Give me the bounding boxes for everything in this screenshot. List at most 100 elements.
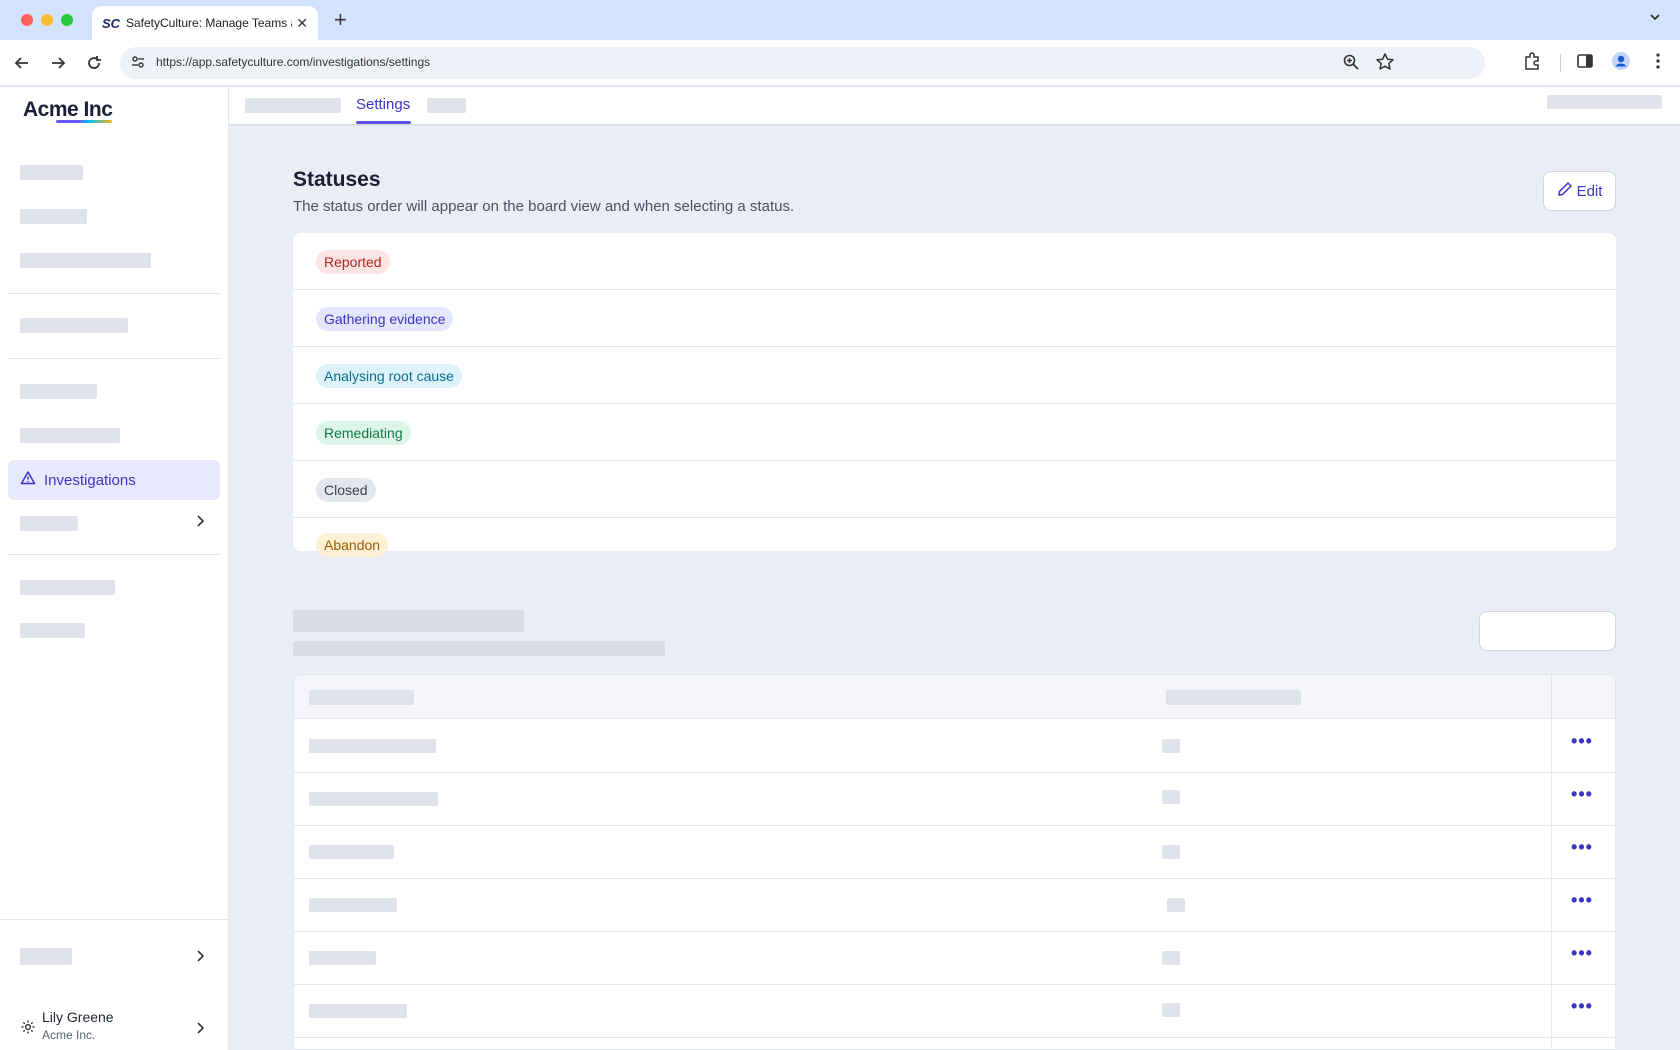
section-action-button[interactable] <box>1479 611 1616 651</box>
cell-placeholder <box>309 845 394 859</box>
sidebar-item-placeholder[interactable] <box>20 623 85 638</box>
sidebar-divider <box>8 293 220 294</box>
main-content: Statuses The status order will appear on… <box>229 126 1680 1050</box>
edit-button-label: Edit <box>1576 182 1603 200</box>
more-horizontal-icon[interactable]: ••• <box>1566 732 1598 756</box>
status-row: Reported <box>293 233 1616 290</box>
cell-placeholder <box>309 792 438 806</box>
browser-menu-icon[interactable] <box>1648 51 1668 76</box>
section-title: Statuses <box>293 168 381 191</box>
sidebar-item-investigations[interactable]: Investigations <box>8 460 220 500</box>
cell-placeholder <box>309 739 436 753</box>
table-row[interactable]: ••• <box>294 773 1615 826</box>
more-horizontal-icon[interactable]: ••• <box>1566 997 1598 1021</box>
acme-inc-logo[interactable]: Acme Inc <box>23 98 113 122</box>
bookmark-star-icon[interactable] <box>1375 52 1395 77</box>
cell-placeholder <box>1162 790 1180 804</box>
sidebar-item-label: Investigations <box>44 471 136 489</box>
sidebar-item-placeholder[interactable] <box>20 428 120 443</box>
chevron-right-icon <box>194 1021 206 1040</box>
more-horizontal-icon[interactable]: ••• <box>1566 944 1598 968</box>
sidebar-item-placeholder[interactable] <box>20 253 151 268</box>
status-row: Closed <box>293 461 1616 518</box>
close-icon[interactable]: ✕ <box>296 15 308 32</box>
tab-settings[interactable]: Settings <box>356 96 410 113</box>
window-maximize-button[interactable] <box>61 14 73 26</box>
cell-placeholder <box>1162 1003 1180 1017</box>
status-badge: Abandon <box>316 533 389 557</box>
site-settings-icon[interactable] <box>130 54 146 75</box>
user-name: Lily Greene <box>42 1009 114 1025</box>
status-badge: Closed <box>316 478 376 502</box>
column-header-placeholder <box>309 690 414 705</box>
sidebar-item-placeholder[interactable] <box>20 165 83 180</box>
section-description: The status order will appear on the boar… <box>293 198 795 215</box>
header-action-placeholder[interactable] <box>1547 95 1662 109</box>
sidebar: Acme Inc Investigations Lily Greene Acme… <box>0 87 229 1050</box>
extensions-puzzle-icon[interactable] <box>1522 51 1542 76</box>
more-horizontal-icon[interactable]: ••• <box>1566 891 1598 915</box>
edit-statuses-button[interactable]: Edit <box>1543 171 1616 211</box>
sidebar-item-placeholder[interactable] <box>20 209 87 224</box>
toolbar-divider <box>1560 54 1561 72</box>
tab-placeholder[interactable] <box>427 98 466 113</box>
window-close-button[interactable] <box>21 14 33 26</box>
status-badge: Reported <box>316 250 390 274</box>
address-bar[interactable]: https://app.safetyculture.com/investigat… <box>120 47 1485 79</box>
plus-icon[interactable]: + <box>334 8 347 32</box>
sidebar-item-placeholder[interactable] <box>20 948 72 965</box>
more-horizontal-icon[interactable]: ••• <box>1566 785 1598 809</box>
sidebar-item-placeholder[interactable] <box>20 516 78 531</box>
table-row[interactable]: ••• <box>294 932 1615 985</box>
tab-placeholder[interactable] <box>245 98 341 113</box>
cell-placeholder <box>1162 739 1180 753</box>
sidebar-divider <box>8 554 220 555</box>
section-title-placeholder <box>293 610 524 632</box>
status-row: Gathering evidence <box>293 290 1616 347</box>
side-panel-icon[interactable] <box>1575 51 1595 76</box>
browser-tab[interactable]: SC SafetyCulture: Manage Teams and... ✕ <box>92 6 318 40</box>
column-divider <box>1551 675 1552 1049</box>
table-row[interactable]: ••• <box>294 720 1615 773</box>
user-organization: Acme Inc. <box>42 1028 96 1042</box>
sidebar-divider <box>8 358 220 359</box>
table-row[interactable]: ••• <box>294 985 1615 1038</box>
more-horizontal-icon[interactable]: ••• <box>1566 838 1598 862</box>
page-tab-bar: Settings <box>229 87 1680 125</box>
data-table: ••• ••• ••• ••• ••• ••• <box>293 674 1616 1050</box>
section-description-placeholder <box>293 641 665 656</box>
user-account-menu[interactable]: Lily Greene Acme Inc. <box>18 1007 218 1047</box>
cell-placeholder <box>1162 951 1180 965</box>
status-row: Abandon <box>293 518 1616 557</box>
gear-icon <box>20 1019 36 1040</box>
logo-underline <box>56 120 112 123</box>
tab-title: SafetyCulture: Manage Teams and... <box>126 16 292 30</box>
column-header-placeholder <box>1166 690 1301 705</box>
browser-toolbar: https://app.safetyculture.com/investigat… <box>0 40 1680 86</box>
sidebar-item-placeholder[interactable] <box>20 580 115 595</box>
status-row: Remediating <box>293 404 1616 461</box>
back-arrow-icon[interactable] <box>10 51 34 75</box>
warning-triangle-icon <box>20 470 36 491</box>
chevron-right-icon[interactable] <box>194 514 206 533</box>
profile-avatar-icon[interactable] <box>1611 51 1631 76</box>
window-minimize-button[interactable] <box>41 14 53 26</box>
status-badge: Analysing root cause <box>316 364 462 388</box>
status-badge: Remediating <box>316 421 411 445</box>
sidebar-item-placeholder[interactable] <box>20 318 128 333</box>
table-header <box>294 675 1615 719</box>
forward-arrow-icon[interactable] <box>46 51 70 75</box>
cell-placeholder <box>309 951 376 965</box>
cell-placeholder <box>1162 845 1180 859</box>
chevron-right-icon[interactable] <box>194 949 206 968</box>
cell-placeholder <box>309 1004 407 1018</box>
cell-placeholder <box>1167 898 1185 912</box>
zoom-icon[interactable] <box>1342 53 1360 76</box>
chevron-down-icon[interactable] <box>1648 10 1662 27</box>
reload-icon[interactable] <box>82 51 106 75</box>
safetyculture-favicon-icon: SC <box>102 15 121 31</box>
sidebar-divider <box>0 919 229 920</box>
table-row[interactable]: ••• <box>294 879 1615 932</box>
table-row[interactable]: ••• <box>294 826 1615 879</box>
sidebar-item-placeholder[interactable] <box>20 384 97 399</box>
